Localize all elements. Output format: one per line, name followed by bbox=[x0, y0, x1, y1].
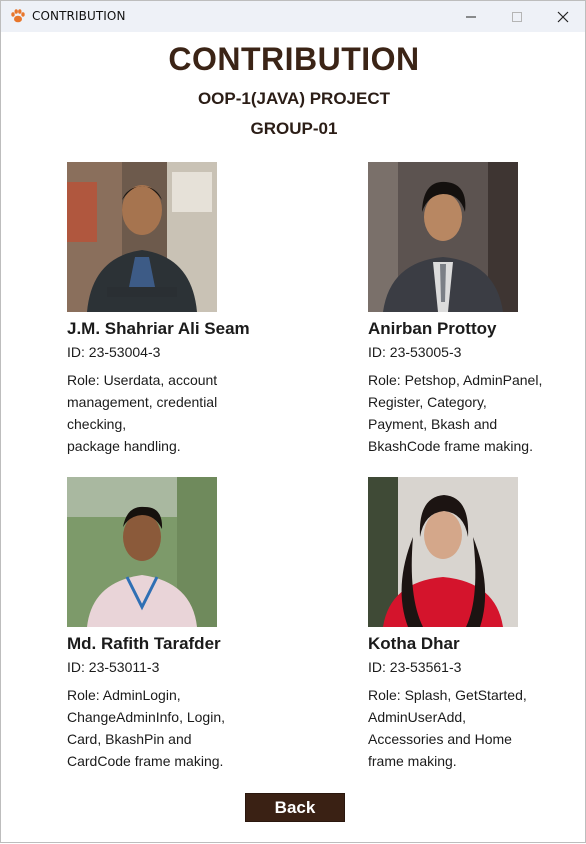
member-photo bbox=[67, 477, 217, 627]
member-card: Md. Rafith Tarafder ID: 23-53011-3 Role:… bbox=[67, 477, 297, 772]
member-role: Role: AdminLogin, ChangeAdminInfo, Login… bbox=[67, 687, 225, 769]
member-photo bbox=[368, 162, 518, 312]
maximize-icon bbox=[512, 11, 522, 22]
member-id: ID: 23-53011-3 bbox=[67, 659, 160, 675]
member-name: Md. Rafith Tarafder bbox=[67, 634, 221, 653]
member-role: Role: Userdata, account management, cred… bbox=[67, 372, 218, 454]
minimize-button[interactable] bbox=[448, 1, 494, 32]
close-icon bbox=[557, 11, 569, 22]
paw-icon bbox=[11, 9, 25, 23]
member-photo bbox=[67, 162, 217, 312]
back-button[interactable]: Back bbox=[245, 793, 345, 822]
member-id: ID: 23-53561-3 bbox=[368, 659, 462, 675]
maximize-button[interactable] bbox=[494, 1, 540, 32]
group-label: GROUP-01 bbox=[250, 119, 338, 138]
member-role: Role: Petshop, AdminPanel, Register, Cat… bbox=[368, 372, 543, 454]
member-name: Anirban Prottoy bbox=[368, 319, 497, 338]
member-name: J.M. Shahriar Ali Seam bbox=[67, 319, 250, 338]
content-area: CONTRIBUTION OOP-1(JAVA) PROJECT GROUP-0… bbox=[1, 32, 586, 844]
close-button[interactable] bbox=[540, 1, 586, 32]
member-card: J.M. Shahriar Ali Seam ID: 23-53004-3 Ro… bbox=[67, 162, 297, 457]
title-bar[interactable]: CONTRIBUTION bbox=[1, 1, 585, 32]
member-id: ID: 23-53004-3 bbox=[67, 344, 161, 360]
page-title: CONTRIBUTION bbox=[168, 41, 420, 77]
member-photo bbox=[368, 477, 518, 627]
minimize-icon bbox=[466, 16, 476, 17]
contribution-window: CONTRIBUTION CONTRIBUTION OOP-1(JAVA) PR… bbox=[0, 0, 586, 843]
member-card: Anirban Prottoy ID: 23-53005-3 Role: Pet… bbox=[368, 162, 586, 457]
member-card: Kotha Dhar ID: 23-53561-3 Role: Splash, … bbox=[368, 477, 586, 772]
member-name: Kotha Dhar bbox=[368, 634, 460, 653]
project-subtitle: OOP-1(JAVA) PROJECT bbox=[197, 89, 391, 108]
member-role: Role: Splash, GetStarted, AdminUserAdd, … bbox=[368, 687, 527, 769]
window-title: CONTRIBUTION bbox=[32, 9, 126, 23]
member-id: ID: 23-53005-3 bbox=[368, 344, 462, 360]
